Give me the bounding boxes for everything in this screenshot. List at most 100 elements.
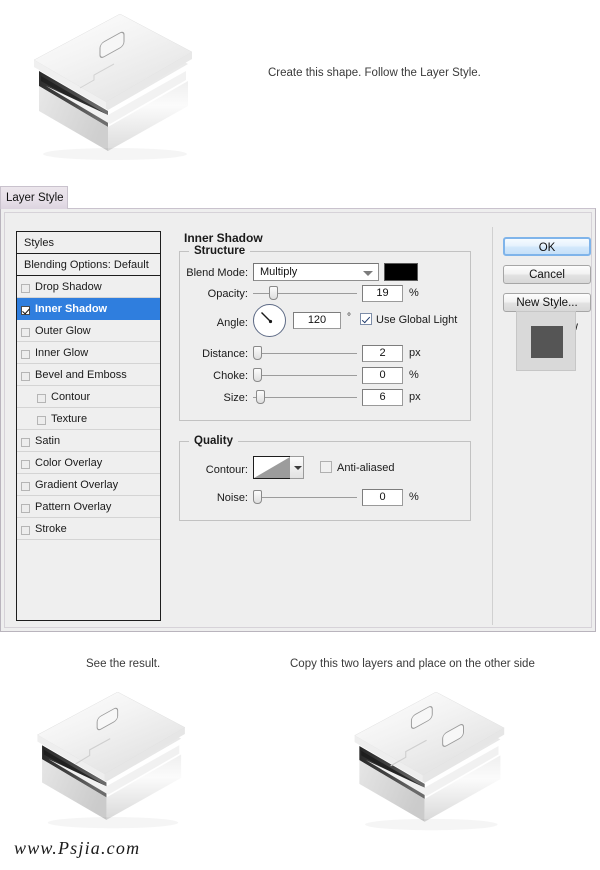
blending-options-label: Blending Options: Default — [24, 259, 149, 271]
styles-list-item-stroke[interactable]: Stroke — [17, 518, 160, 540]
distance-slider-thumb[interactable] — [253, 346, 262, 360]
caption-bottom-left: See the result. — [86, 658, 160, 670]
styles-list[interactable]: Styles Blending Options: Default Drop Sh… — [16, 231, 161, 621]
contour-preview[interactable] — [253, 456, 291, 479]
distance-slider-track — [253, 353, 357, 354]
blending-options-row[interactable]: Blending Options: Default — [17, 254, 160, 276]
styles-list-item-label: Satin — [35, 435, 60, 447]
noise-slider-thumb[interactable] — [253, 490, 262, 504]
checkbox-icon[interactable] — [37, 416, 46, 425]
styles-list-item-label: Inner Glow — [35, 347, 88, 359]
blend-color-swatch[interactable] — [384, 263, 418, 281]
dialog-inner-frame: Styles Blending Options: Default Drop Sh… — [4, 212, 592, 628]
styles-list-item-label: Color Overlay — [35, 457, 102, 469]
styles-list-item-texture[interactable]: Texture — [17, 408, 160, 430]
styles-list-item-label: Contour — [51, 391, 90, 403]
noise-unit: % — [409, 491, 419, 503]
blend-mode-label: Blend Mode: — [180, 267, 248, 279]
styles-list-item-gradient-overlay[interactable]: Gradient Overlay — [17, 474, 160, 496]
styles-list-item-label: Gradient Overlay — [35, 479, 118, 491]
styles-list-header-label: Styles — [24, 237, 54, 249]
size-slider-thumb[interactable] — [256, 390, 265, 404]
styles-list-item-outer-glow[interactable]: Outer Glow — [17, 320, 160, 342]
usb-shape-top-svg — [20, 14, 240, 164]
anti-aliased-checkbox[interactable] — [320, 461, 332, 473]
checkbox-icon[interactable] — [21, 482, 30, 491]
styles-list-filler — [17, 540, 160, 621]
usb-shape-result-svg — [22, 692, 232, 832]
distance-slider[interactable] — [253, 345, 357, 362]
styles-list-item-label: Outer Glow — [35, 325, 91, 337]
checkbox-icon[interactable] — [21, 460, 30, 469]
structure-group-title: Structure — [189, 245, 250, 257]
checkbox-icon[interactable] — [21, 306, 30, 315]
styles-list-item-label: Pattern Overlay — [35, 501, 111, 513]
blend-mode-select[interactable]: Multiply — [253, 263, 379, 281]
cancel-button[interactable]: Cancel — [503, 265, 591, 284]
styles-list-item-inner-glow[interactable]: Inner Glow — [17, 342, 160, 364]
noise-label: Noise: — [180, 492, 248, 504]
choke-input[interactable]: 0 — [362, 367, 403, 384]
styles-list-item-contour[interactable]: Contour — [17, 386, 160, 408]
checkbox-icon[interactable] — [21, 372, 30, 381]
panel-divider — [492, 227, 493, 625]
checkbox-icon[interactable] — [21, 526, 30, 535]
new-style-button[interactable]: New Style... — [503, 293, 591, 312]
contour-curve-icon — [254, 457, 290, 478]
usb-shape-result — [22, 692, 232, 837]
angle-dial[interactable] — [253, 304, 286, 337]
noise-slider[interactable] — [253, 489, 357, 506]
noise-input[interactable]: 0 — [362, 489, 403, 506]
use-global-light-label: Use Global Light — [376, 314, 457, 326]
size-label: Size: — [180, 392, 248, 404]
choke-slider[interactable] — [253, 367, 357, 384]
dialog-tab-title[interactable]: Layer Style — [0, 186, 68, 209]
styles-list-item-color-overlay[interactable]: Color Overlay — [17, 452, 160, 474]
watermark: www.Psjia.com — [14, 838, 140, 859]
styles-list-item-drop-shadow[interactable]: Drop Shadow — [17, 276, 160, 298]
styles-list-header[interactable]: Styles — [17, 232, 160, 254]
size-unit: px — [409, 391, 421, 403]
choke-slider-thumb[interactable] — [253, 368, 262, 382]
structure-group: Structure Blend Mode: Multiply Opacity: — [179, 251, 471, 421]
checkbox-icon[interactable] — [21, 438, 30, 447]
styles-list-item-inner-shadow[interactable]: Inner Shadow — [17, 298, 160, 320]
noise-slider-track — [253, 497, 357, 498]
styles-list-item-label: Stroke — [35, 523, 67, 535]
opacity-slider-thumb[interactable] — [269, 286, 278, 300]
styles-list-item-label: Inner Shadow — [35, 303, 107, 315]
checkbox-icon[interactable] — [21, 504, 30, 513]
choke-slider-track — [253, 375, 357, 376]
styles-list-item-label: Drop Shadow — [35, 281, 102, 293]
opacity-unit: % — [409, 287, 419, 299]
checkbox-icon[interactable] — [21, 328, 30, 337]
angle-dial-needle — [254, 305, 285, 336]
styles-list-item-bevel-and-emboss[interactable]: Bevel and Emboss — [17, 364, 160, 386]
size-slider-track — [253, 397, 357, 398]
angle-input[interactable]: 120 — [293, 312, 341, 329]
contour-dropdown-button[interactable] — [290, 456, 304, 479]
caption-bottom-right: Copy this two layers and place on the ot… — [290, 658, 535, 670]
distance-input[interactable]: 2 — [362, 345, 403, 362]
ok-button[interactable]: OK — [503, 237, 591, 256]
opacity-slider[interactable] — [253, 285, 357, 302]
checkbox-icon[interactable] — [37, 394, 46, 403]
opacity-label: Opacity: — [180, 288, 248, 300]
styles-list-item-pattern-overlay[interactable]: Pattern Overlay — [17, 496, 160, 518]
quality-group: Quality Contour: Anti-aliased Noise: — [179, 441, 471, 521]
styles-list-item-label: Texture — [51, 413, 87, 425]
checkbox-icon[interactable] — [21, 350, 30, 359]
use-global-light-checkbox[interactable] — [360, 313, 372, 325]
size-slider[interactable] — [253, 389, 357, 406]
dialog-body: Styles Blending Options: Default Drop Sh… — [0, 208, 596, 632]
contour-label: Contour: — [180, 464, 248, 476]
distance-unit: px — [409, 347, 421, 359]
angle-label: Angle: — [180, 317, 248, 329]
choke-unit: % — [409, 369, 419, 381]
checkbox-icon[interactable] — [21, 284, 30, 293]
styles-list-item-satin[interactable]: Satin — [17, 430, 160, 452]
size-input[interactable]: 6 — [362, 389, 403, 406]
anti-aliased-label: Anti-aliased — [337, 462, 394, 474]
blend-mode-value: Multiply — [260, 266, 297, 278]
opacity-input[interactable]: 19 — [362, 285, 403, 302]
